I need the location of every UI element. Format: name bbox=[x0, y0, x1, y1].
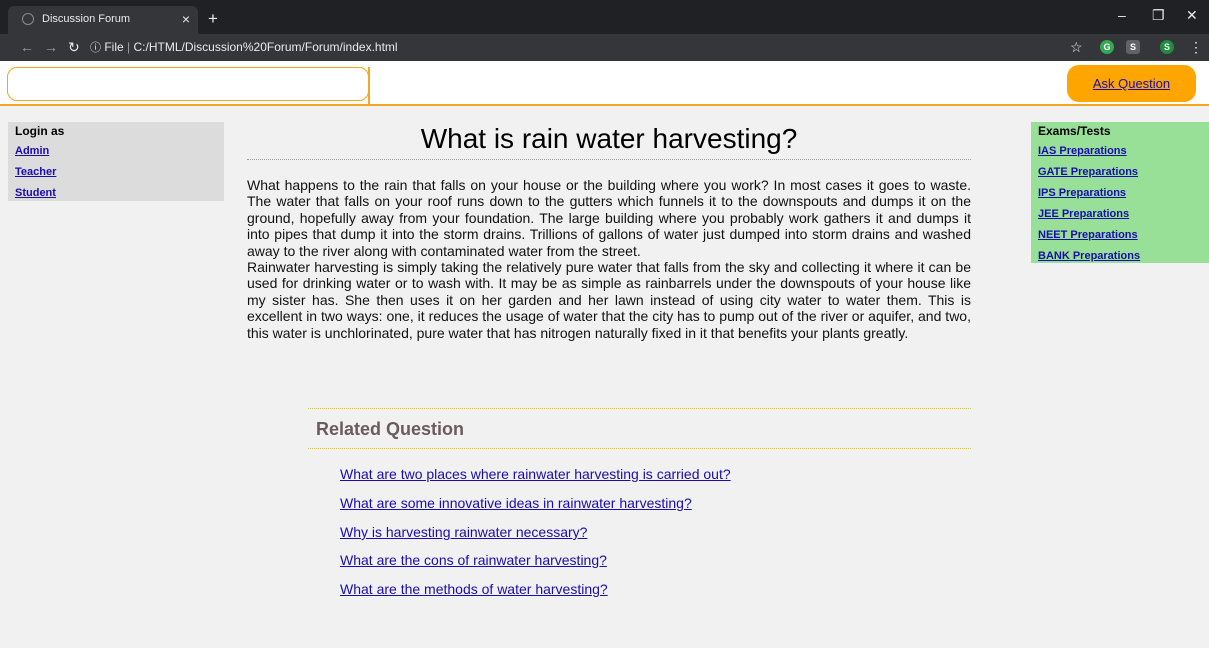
exam-link-gate[interactable]: GATE Preparations bbox=[1038, 166, 1138, 178]
exams-heading: Exams/Tests bbox=[1038, 124, 1111, 138]
exam-link-neet[interactable]: NEET Preparations bbox=[1038, 229, 1138, 241]
login-student-link[interactable]: Student bbox=[15, 187, 56, 199]
related-question-link[interactable]: Why is harvesting rainwater necessary? bbox=[340, 524, 587, 540]
related-bottom-divider bbox=[308, 448, 971, 449]
page-header: Ask Question bbox=[0, 61, 1209, 106]
exam-link-bank[interactable]: BANK Preparations bbox=[1038, 250, 1140, 262]
window-close-icon[interactable]: ✕ bbox=[1186, 7, 1198, 24]
related-question-link[interactable]: What are two places where rainwater harv… bbox=[340, 466, 731, 482]
exam-link-ips[interactable]: IPS Preparations bbox=[1038, 187, 1126, 199]
forward-icon[interactable]: → bbox=[44, 39, 58, 55]
login-heading: Login as bbox=[15, 124, 65, 138]
exam-link-jee[interactable]: JEE Preparations bbox=[1038, 208, 1129, 220]
browser-address-bar: ← → ↻ ⓘ File | C:/HTML/Discussion%20Foru… bbox=[0, 34, 1209, 61]
restore-icon[interactable]: ❐ bbox=[1152, 7, 1165, 24]
url-prefix: File bbox=[104, 40, 124, 54]
ask-question-button[interactable]: Ask Question bbox=[1067, 65, 1196, 102]
close-tab-icon[interactable]: × bbox=[182, 11, 190, 27]
grammarly-extension-icon[interactable]: G bbox=[1100, 40, 1114, 54]
browser-tab-bar: Discussion Forum × + – ❐ ✕ bbox=[0, 0, 1209, 34]
related-question-link[interactable]: What are the cons of rainwater harvestin… bbox=[340, 552, 607, 568]
related-question-link[interactable]: What are the methods of water harvesting… bbox=[340, 581, 608, 597]
url-separator: | bbox=[127, 40, 131, 54]
new-tab-button[interactable]: + bbox=[208, 9, 218, 29]
page-content: Ask Question Login as Admin Teacher Stud… bbox=[0, 61, 1209, 648]
question-title: What is rain water harvesting? bbox=[420, 123, 798, 154]
profile-avatar[interactable]: S bbox=[1160, 40, 1174, 54]
related-top-divider bbox=[308, 408, 971, 409]
answer-paragraph: Rainwater harvesting is simply taking th… bbox=[247, 259, 971, 341]
related-question-link[interactable]: What are some innovative ideas in rainwa… bbox=[340, 495, 692, 511]
answer-paragraph: What happens to the rain that falls on y… bbox=[247, 177, 971, 259]
search-input[interactable] bbox=[7, 67, 369, 101]
url-text: C:/HTML/Discussion%20Forum/Forum/index.h… bbox=[133, 40, 398, 54]
login-teacher-link[interactable]: Teacher bbox=[15, 166, 56, 178]
related-heading: Related Question bbox=[316, 419, 465, 439]
back-icon[interactable]: ← bbox=[20, 39, 34, 55]
login-panel: Login as Admin Teacher Student bbox=[8, 122, 224, 201]
exam-link-ias[interactable]: IAS Preparations bbox=[1038, 145, 1127, 157]
browser-tab[interactable]: Discussion Forum × bbox=[8, 6, 198, 34]
globe-icon bbox=[22, 13, 34, 25]
title-divider bbox=[247, 159, 971, 160]
star-icon[interactable]: ☆ bbox=[1070, 39, 1083, 56]
answer-body: What happens to the rain that falls on y… bbox=[247, 177, 971, 341]
info-icon[interactable]: ⓘ bbox=[90, 42, 101, 54]
exams-panel: Exams/Tests IAS Preparations GATE Prepar… bbox=[1031, 122, 1209, 263]
menu-dots-icon[interactable]: ⋮ bbox=[1189, 39, 1203, 56]
reload-icon[interactable]: ↻ bbox=[68, 39, 80, 56]
extension-icon[interactable]: S bbox=[1126, 40, 1140, 54]
url-field[interactable]: ⓘ File | C:/HTML/Discussion%20Forum/Foru… bbox=[90, 39, 398, 57]
login-admin-link[interactable]: Admin bbox=[15, 145, 49, 157]
minimize-icon[interactable]: – bbox=[1118, 7, 1126, 23]
tab-title: Discussion Forum bbox=[42, 13, 131, 25]
header-divider bbox=[368, 67, 370, 105]
